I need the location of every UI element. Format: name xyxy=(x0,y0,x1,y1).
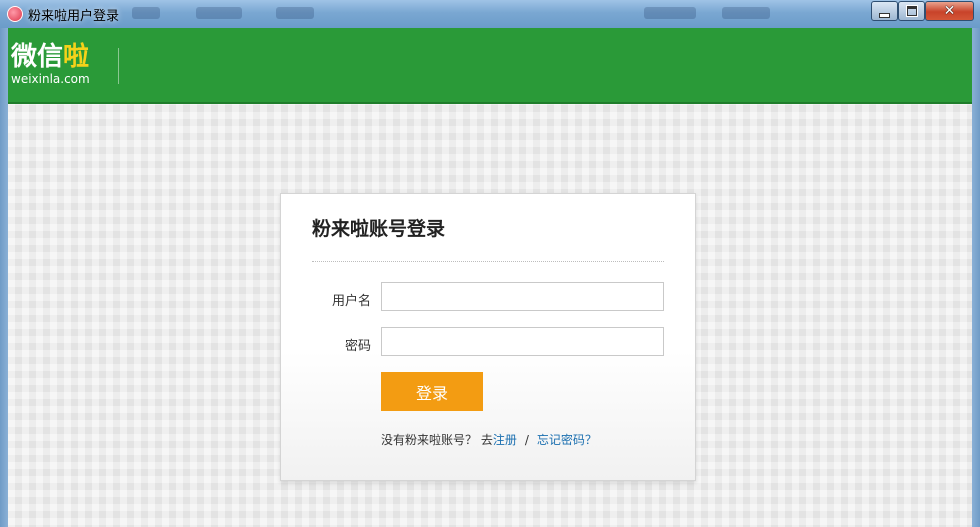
username-label: 用户名 xyxy=(331,294,371,309)
window-title: 粉来啦用户登录 xyxy=(28,9,120,24)
blurred-background-text xyxy=(132,7,160,19)
close-button[interactable]: ✕ xyxy=(925,1,974,21)
password-label: 密码 xyxy=(344,339,371,354)
brand-logo[interactable]: 微信啦 weixinla.com xyxy=(11,42,90,86)
login-title: 粉来啦账号登录 xyxy=(312,218,446,240)
maximize-button[interactable] xyxy=(898,1,925,21)
window-client-area: 微信啦 weixinla.com 粉来啦账号登录 用户名 密码 登录 没有粉来啦… xyxy=(8,28,972,527)
password-field[interactable] xyxy=(381,327,664,356)
login-button[interactable]: 登录 xyxy=(381,372,483,411)
blurred-background-text xyxy=(196,7,242,19)
blurred-background-text xyxy=(644,7,696,19)
title-divider xyxy=(312,261,664,262)
logo-wordmark-white: 微信 xyxy=(11,42,64,72)
app-logo-icon xyxy=(7,6,23,22)
username-field[interactable] xyxy=(381,282,664,311)
login-card: 粉来啦账号登录 用户名 密码 登录 没有粉来啦账号？ 去注册 / 忘记密码？ xyxy=(280,193,696,481)
window-frame-right xyxy=(972,28,980,527)
login-footer: 没有粉来啦账号？ 去注册 / 忘记密码？ xyxy=(381,431,597,448)
blurred-background-text xyxy=(722,7,770,19)
close-icon: ✕ xyxy=(943,3,956,19)
header-divider xyxy=(118,48,119,84)
forgot-password-link[interactable]: 忘记密码？ xyxy=(537,433,597,447)
maximize-icon xyxy=(905,5,918,17)
logo-domain: weixinla.com xyxy=(11,72,90,86)
footer-separator: / xyxy=(524,433,529,447)
blurred-background-text xyxy=(276,7,314,19)
logo-wordmark: 微信啦 xyxy=(11,42,90,72)
app-header: 微信啦 weixinla.com xyxy=(8,28,972,104)
minimize-button[interactable] xyxy=(871,1,898,21)
register-link[interactable]: 注册 xyxy=(493,433,517,447)
minimize-icon xyxy=(879,12,890,18)
window-frame-left xyxy=(0,28,8,527)
logo-wordmark-accent: 啦 xyxy=(63,42,90,72)
window-titlebar[interactable]: 粉来啦用户登录 ✕ xyxy=(0,0,980,29)
no-account-text: 没有粉来啦账号？ 去 xyxy=(381,433,493,447)
